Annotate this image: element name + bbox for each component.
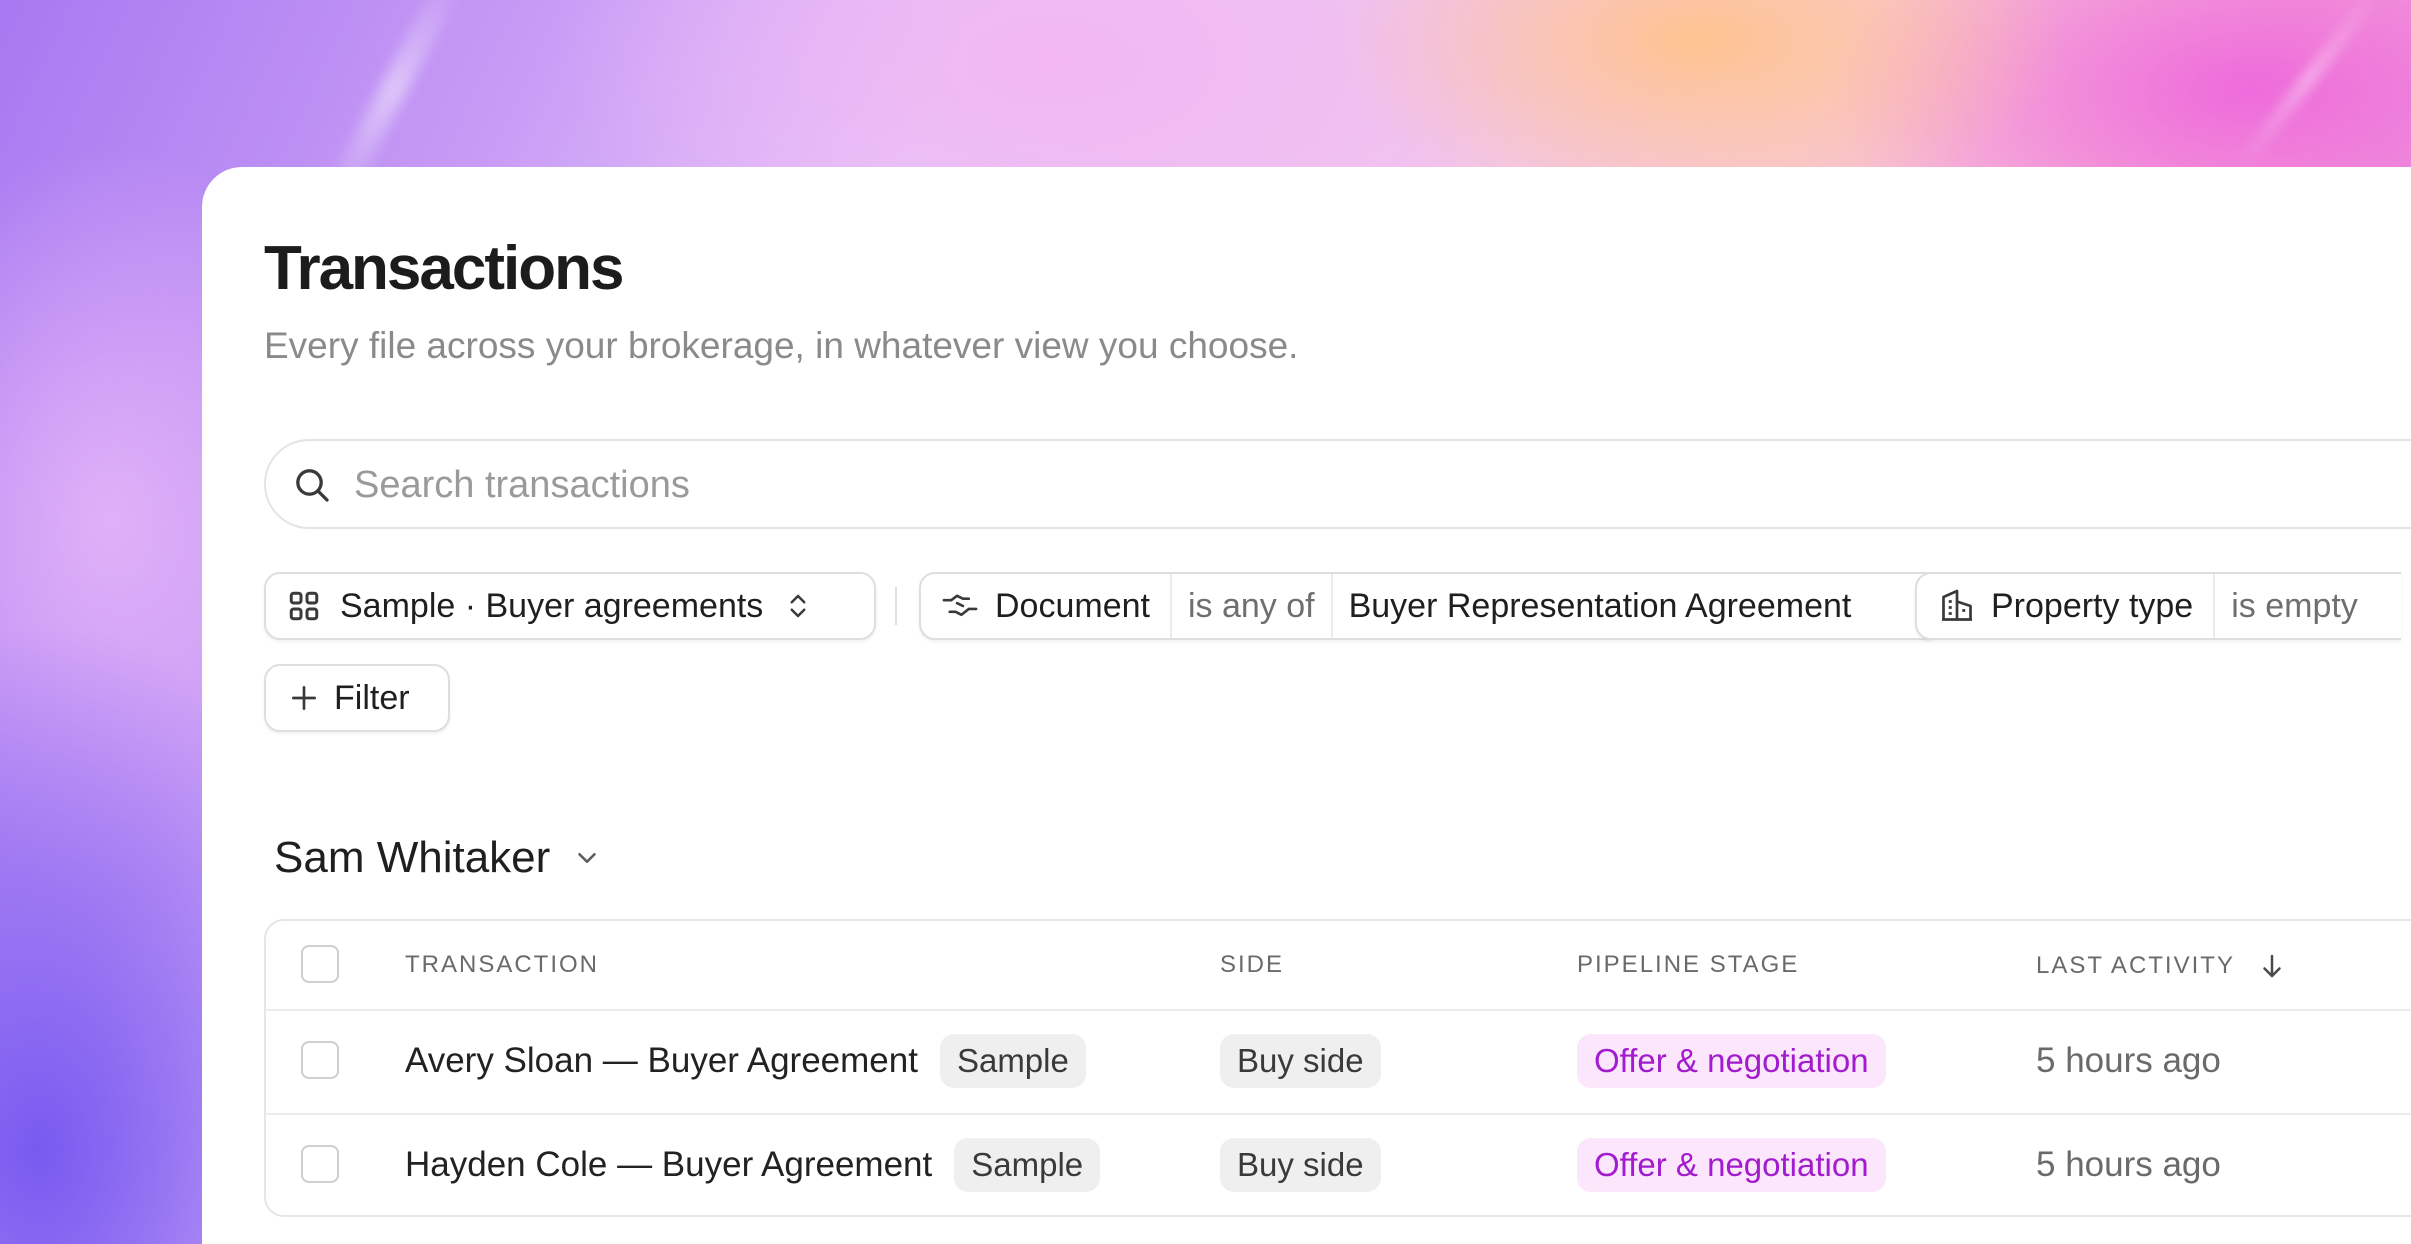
- filter-field[interactable]: Document: [921, 574, 1170, 638]
- column-header-last-activity[interactable]: LAST ACTIVITY: [2036, 951, 2287, 981]
- filter-document[interactable]: Document is any of Buyer Representation …: [919, 572, 1941, 640]
- row-checkbox[interactable]: [301, 1041, 339, 1079]
- filter-property-type[interactable]: Property type is empty: [1915, 572, 2401, 640]
- select-all-checkbox[interactable]: [301, 945, 339, 983]
- side-badge: Buy side: [1220, 1034, 1381, 1088]
- last-activity: 5 hours ago: [2036, 1041, 2221, 1080]
- search-icon: [296, 469, 329, 502]
- stage-badge: Offer & negotiation: [1577, 1138, 1886, 1192]
- stage-badge: Offer & negotiation: [1577, 1034, 1886, 1088]
- sample-badge: Sample: [939, 1034, 1086, 1088]
- transaction-cell[interactable]: Hayden Cole — Buyer Agreement Sample: [405, 1113, 1101, 1215]
- transactions-table: TRANSACTION SIDE PIPELINE STAGE LAST ACT…: [264, 919, 2411, 1217]
- main-panel: Transactions Every file across your brok…: [202, 167, 2411, 1244]
- stage-cell: Offer & negotiation: [1577, 1009, 1886, 1113]
- transaction-name[interactable]: Hayden Cole — Buyer Agreement: [405, 1145, 932, 1185]
- sample-badge: Sample: [954, 1138, 1101, 1192]
- handshake-icon: [942, 594, 978, 617]
- table-row[interactable]: Hayden Cole — Buyer Agreement Sample Buy…: [266, 1113, 2411, 1215]
- search-bar[interactable]: [264, 439, 2411, 529]
- stage-cell: Offer & negotiation: [1577, 1113, 1886, 1215]
- table-header: TRANSACTION SIDE PIPELINE STAGE LAST ACT…: [266, 921, 2411, 1011]
- search-input[interactable]: [352, 455, 2156, 515]
- plus-icon: [292, 686, 316, 710]
- chevron-down-icon[interactable]: [572, 843, 602, 873]
- filter-value[interactable]: Buyer Representation Agreement: [1330, 574, 1868, 638]
- group-header[interactable]: Sam Whitaker: [274, 833, 602, 883]
- toolbar-divider: [895, 587, 897, 625]
- add-filter-label: Filter: [334, 678, 410, 717]
- filter-operator[interactable]: is empty: [2213, 574, 2374, 638]
- side-cell: Buy side: [1220, 1009, 1381, 1113]
- transaction-cell[interactable]: Avery Sloan — Buyer Agreement Sample: [405, 1009, 1086, 1113]
- add-filter-button[interactable]: Filter: [264, 664, 450, 732]
- filter-field-label: Document: [995, 586, 1150, 625]
- arrow-down-icon[interactable]: [2257, 951, 2287, 981]
- chevron-up-down-icon: [790, 594, 806, 618]
- last-activity: 5 hours ago: [2036, 1145, 2221, 1184]
- grid-icon: [289, 591, 319, 621]
- row-checkbox[interactable]: [301, 1145, 339, 1183]
- page-subtitle: Every file across your brokerage, in wha…: [264, 325, 1299, 366]
- filter-operator[interactable]: is any of: [1169, 574, 1331, 638]
- group-title: Sam Whitaker: [274, 833, 551, 882]
- column-header-transaction[interactable]: TRANSACTION: [405, 951, 599, 979]
- column-header-side[interactable]: SIDE: [1220, 951, 1284, 979]
- transaction-name[interactable]: Avery Sloan — Buyer Agreement: [405, 1041, 918, 1081]
- view-selector-label: Sample · Buyer agreements: [340, 586, 764, 625]
- side-badge: Buy side: [1220, 1138, 1381, 1192]
- column-header-pipeline-stage[interactable]: PIPELINE STAGE: [1577, 951, 1799, 979]
- building-icon: [1942, 589, 1972, 621]
- page-title: Transactions: [264, 234, 624, 303]
- column-header-label: LAST ACTIVITY: [2036, 952, 2235, 979]
- filter-field[interactable]: Property type: [1917, 574, 2213, 638]
- table-row[interactable]: Avery Sloan — Buyer Agreement Sample Buy…: [266, 1009, 2411, 1115]
- view-selector[interactable]: Sample · Buyer agreements: [264, 572, 876, 640]
- side-cell: Buy side: [1220, 1113, 1381, 1215]
- filter-field-label: Property type: [1991, 586, 2194, 625]
